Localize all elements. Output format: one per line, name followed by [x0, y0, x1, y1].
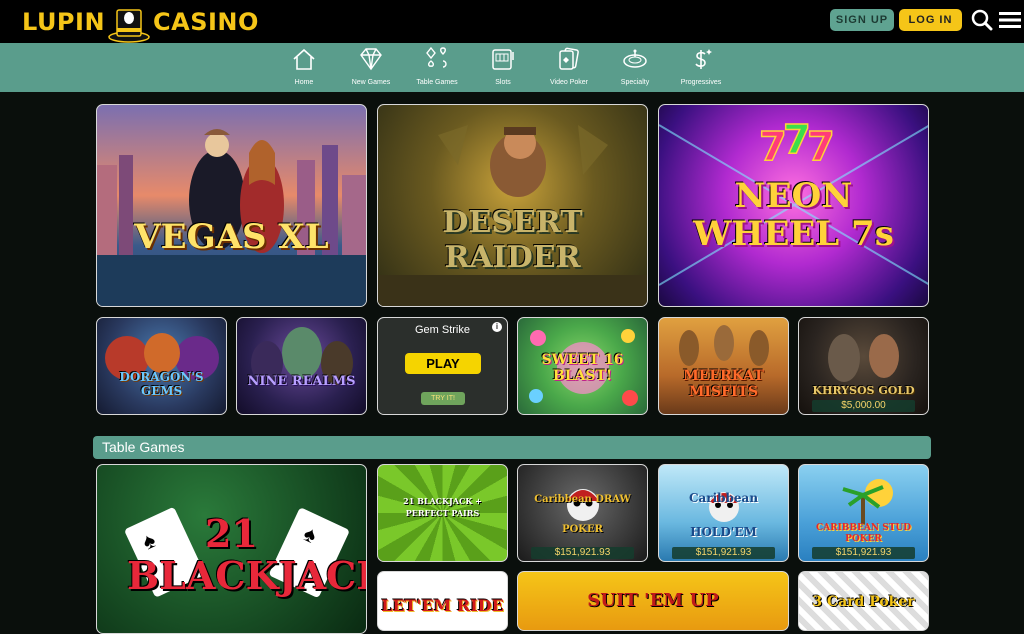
dollar-sparkle-icon [695, 49, 712, 69]
game-title: MEERKAT MISFITS [683, 368, 764, 400]
jackpot-amount: $151,921.93 [671, 547, 776, 559]
game-tile-nine-realms[interactable]: NINE REALMS [236, 317, 367, 415]
svg-text:7: 7 [807, 124, 835, 170]
game-title: KHRYSOS GOLD [812, 384, 915, 397]
top-bar: LUPIN CASINO SIGN UP LOG IN [0, 0, 1024, 43]
game-title: Gem Strike [414, 324, 470, 336]
game-title: Caribbean HOLD'EM [688, 491, 759, 539]
slot-machine-icon [492, 49, 514, 70]
playing-cards-icon [559, 47, 579, 70]
logo-text-left: LUPIN [22, 8, 106, 36]
game-tile-khrysos-gold[interactable]: KHRYSOS GOLD $5,000.00 [798, 317, 929, 415]
nav-label: Progressives [680, 79, 722, 86]
jackpot-amount: $5,000.00 [811, 400, 916, 412]
game-title: 21 BLACKJACK + PERFECT PAIRS [403, 496, 482, 518]
game-title: LET'EM RIDE [381, 596, 504, 615]
info-icon[interactable]: i [492, 322, 502, 332]
game-tile-desert-raider[interactable]: DESERT RAIDER [377, 104, 648, 307]
nav-label: Home [294, 79, 314, 86]
nav-label: Video Poker [549, 79, 588, 86]
nine-realms-art [251, 327, 353, 385]
logo[interactable]: LUPIN CASINO [22, 4, 259, 43]
game-tile-let-em-ride[interactable]: LET'EM RIDE [377, 571, 508, 631]
game-title: 3 Card Poker [812, 594, 915, 610]
nav-progressives[interactable]: Progressives [666, 46, 736, 90]
home-icon [293, 48, 315, 70]
nav-specialty[interactable]: Specialty [600, 46, 670, 90]
game-tile-caribbean-draw-poker[interactable]: Caribbean DRAW POKER $151,921.93 [517, 464, 648, 562]
game-tile-neon-wheel[interactable]: 7 7 7 NEON WHEEL 7s [658, 104, 929, 307]
log-in-button[interactable]: LOG IN [899, 9, 962, 31]
game-title: VEGAS XL [134, 217, 329, 257]
game-tile-vegas-xl[interactable]: VEGAS XL [96, 104, 367, 307]
game-tile-21-blackjack[interactable]: ♠ ♠ 21 BLACKJACK [96, 464, 367, 634]
game-tile-3-card-poker[interactable]: 3 Card Poker [798, 571, 929, 631]
game-title: Caribbean DRAW POKER [534, 494, 631, 535]
top-hat-logo-icon [108, 9, 150, 43]
nav-slots[interactable]: Slots [468, 46, 538, 90]
vegas-skyline-art [97, 129, 366, 306]
game-title: SUIT 'EM UP [587, 590, 719, 611]
nav-new-games[interactable]: New Games [336, 46, 406, 90]
game-tile-sweet-16[interactable]: SWEET 16 BLAST! [517, 317, 648, 415]
game-tile-blackjack-perfect-pairs[interactable]: 21 BLACKJACK + PERFECT PAIRS [377, 464, 508, 562]
game-title: CARIBBEAN STUD POKER [815, 523, 912, 544]
section-header-table-games[interactable]: Table Games [93, 436, 931, 459]
nav-label: Slots [495, 79, 511, 86]
game-title: NINE REALMS [247, 374, 356, 389]
meerkat-art [679, 325, 769, 366]
try-it-button[interactable]: TRY IT! [421, 392, 465, 405]
game-title: DESERT RAIDER [442, 205, 583, 275]
sign-up-button[interactable]: SIGN UP [830, 9, 894, 31]
dragon-art [105, 333, 219, 380]
game-tile-doragons-gems[interactable]: DORAGON'S GEMS [96, 317, 227, 415]
search-icon[interactable] [971, 9, 993, 31]
game-title: DORAGON'S GEMS [119, 370, 204, 398]
nav-home[interactable]: Home [269, 46, 339, 90]
jackpot-amount: $151,921.93 [530, 547, 635, 559]
play-button[interactable]: PLAY [405, 353, 481, 374]
category-nav: Home New Games Table Games Slots Video P… [0, 43, 1024, 92]
game-tile-caribbean-holdem[interactable]: Caribbean HOLD'EM $151,921.93 [658, 464, 789, 562]
jackpot-amount: $151,921.93 [811, 547, 916, 559]
main-content: VEGAS XL DESERT RAIDER 7 7 7 NEON WHEEL … [0, 92, 1024, 634]
nav-table-games[interactable]: Table Games [402, 46, 472, 90]
game-tile-suit-em-up[interactable]: SUIT 'EM UP [517, 571, 789, 631]
nav-video-poker[interactable]: Video Poker [534, 46, 604, 90]
game-tile-caribbean-stud-poker[interactable]: CARIBBEAN STUD POKER $151,921.93 [798, 464, 929, 562]
hamburger-menu-icon[interactable] [999, 11, 1021, 29]
game-tile-meerkat-misfits[interactable]: MEERKAT MISFITS [658, 317, 789, 415]
game-title: SWEET 16 BLAST! [541, 352, 624, 384]
logo-text-right: CASINO [153, 8, 259, 36]
nav-label: New Games [351, 79, 391, 86]
nav-label: Table Games [416, 79, 458, 86]
game-title: 21 BLACKJACK [127, 511, 367, 598]
diamond-icon [360, 48, 382, 71]
roulette-icon [623, 49, 647, 68]
nav-label: Specialty [620, 79, 650, 86]
game-tile-gem-strike[interactable]: Gem Strike i PLAY TRY IT! [377, 317, 508, 415]
game-title: NEON WHEEL 7s [693, 176, 894, 254]
card-suits-icon [426, 46, 447, 68]
